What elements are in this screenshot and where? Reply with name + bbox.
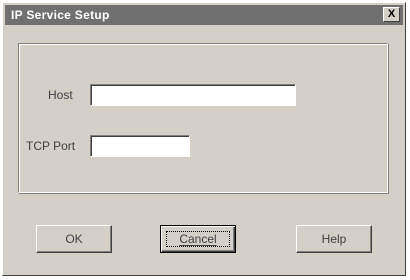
host-input[interactable] [90, 84, 296, 106]
host-label: Host [48, 88, 73, 102]
ok-button-label: OK [65, 232, 83, 246]
help-button[interactable]: Help [296, 225, 372, 253]
cancel-button[interactable]: Cancel [160, 225, 236, 253]
cancel-button-label: Cancel [179, 232, 217, 246]
tcp-port-label: TCP Port [26, 139, 76, 153]
close-button[interactable]: X [383, 7, 400, 22]
ok-button[interactable]: OK [36, 225, 112, 253]
settings-group-box [18, 43, 388, 193]
close-icon: X [387, 8, 396, 20]
tcp-port-input[interactable] [90, 135, 190, 157]
title-bar[interactable]: IP Service Setup X [5, 5, 403, 25]
dialog-title: IP Service Setup [11, 8, 110, 22]
help-button-label: Help [321, 232, 347, 246]
